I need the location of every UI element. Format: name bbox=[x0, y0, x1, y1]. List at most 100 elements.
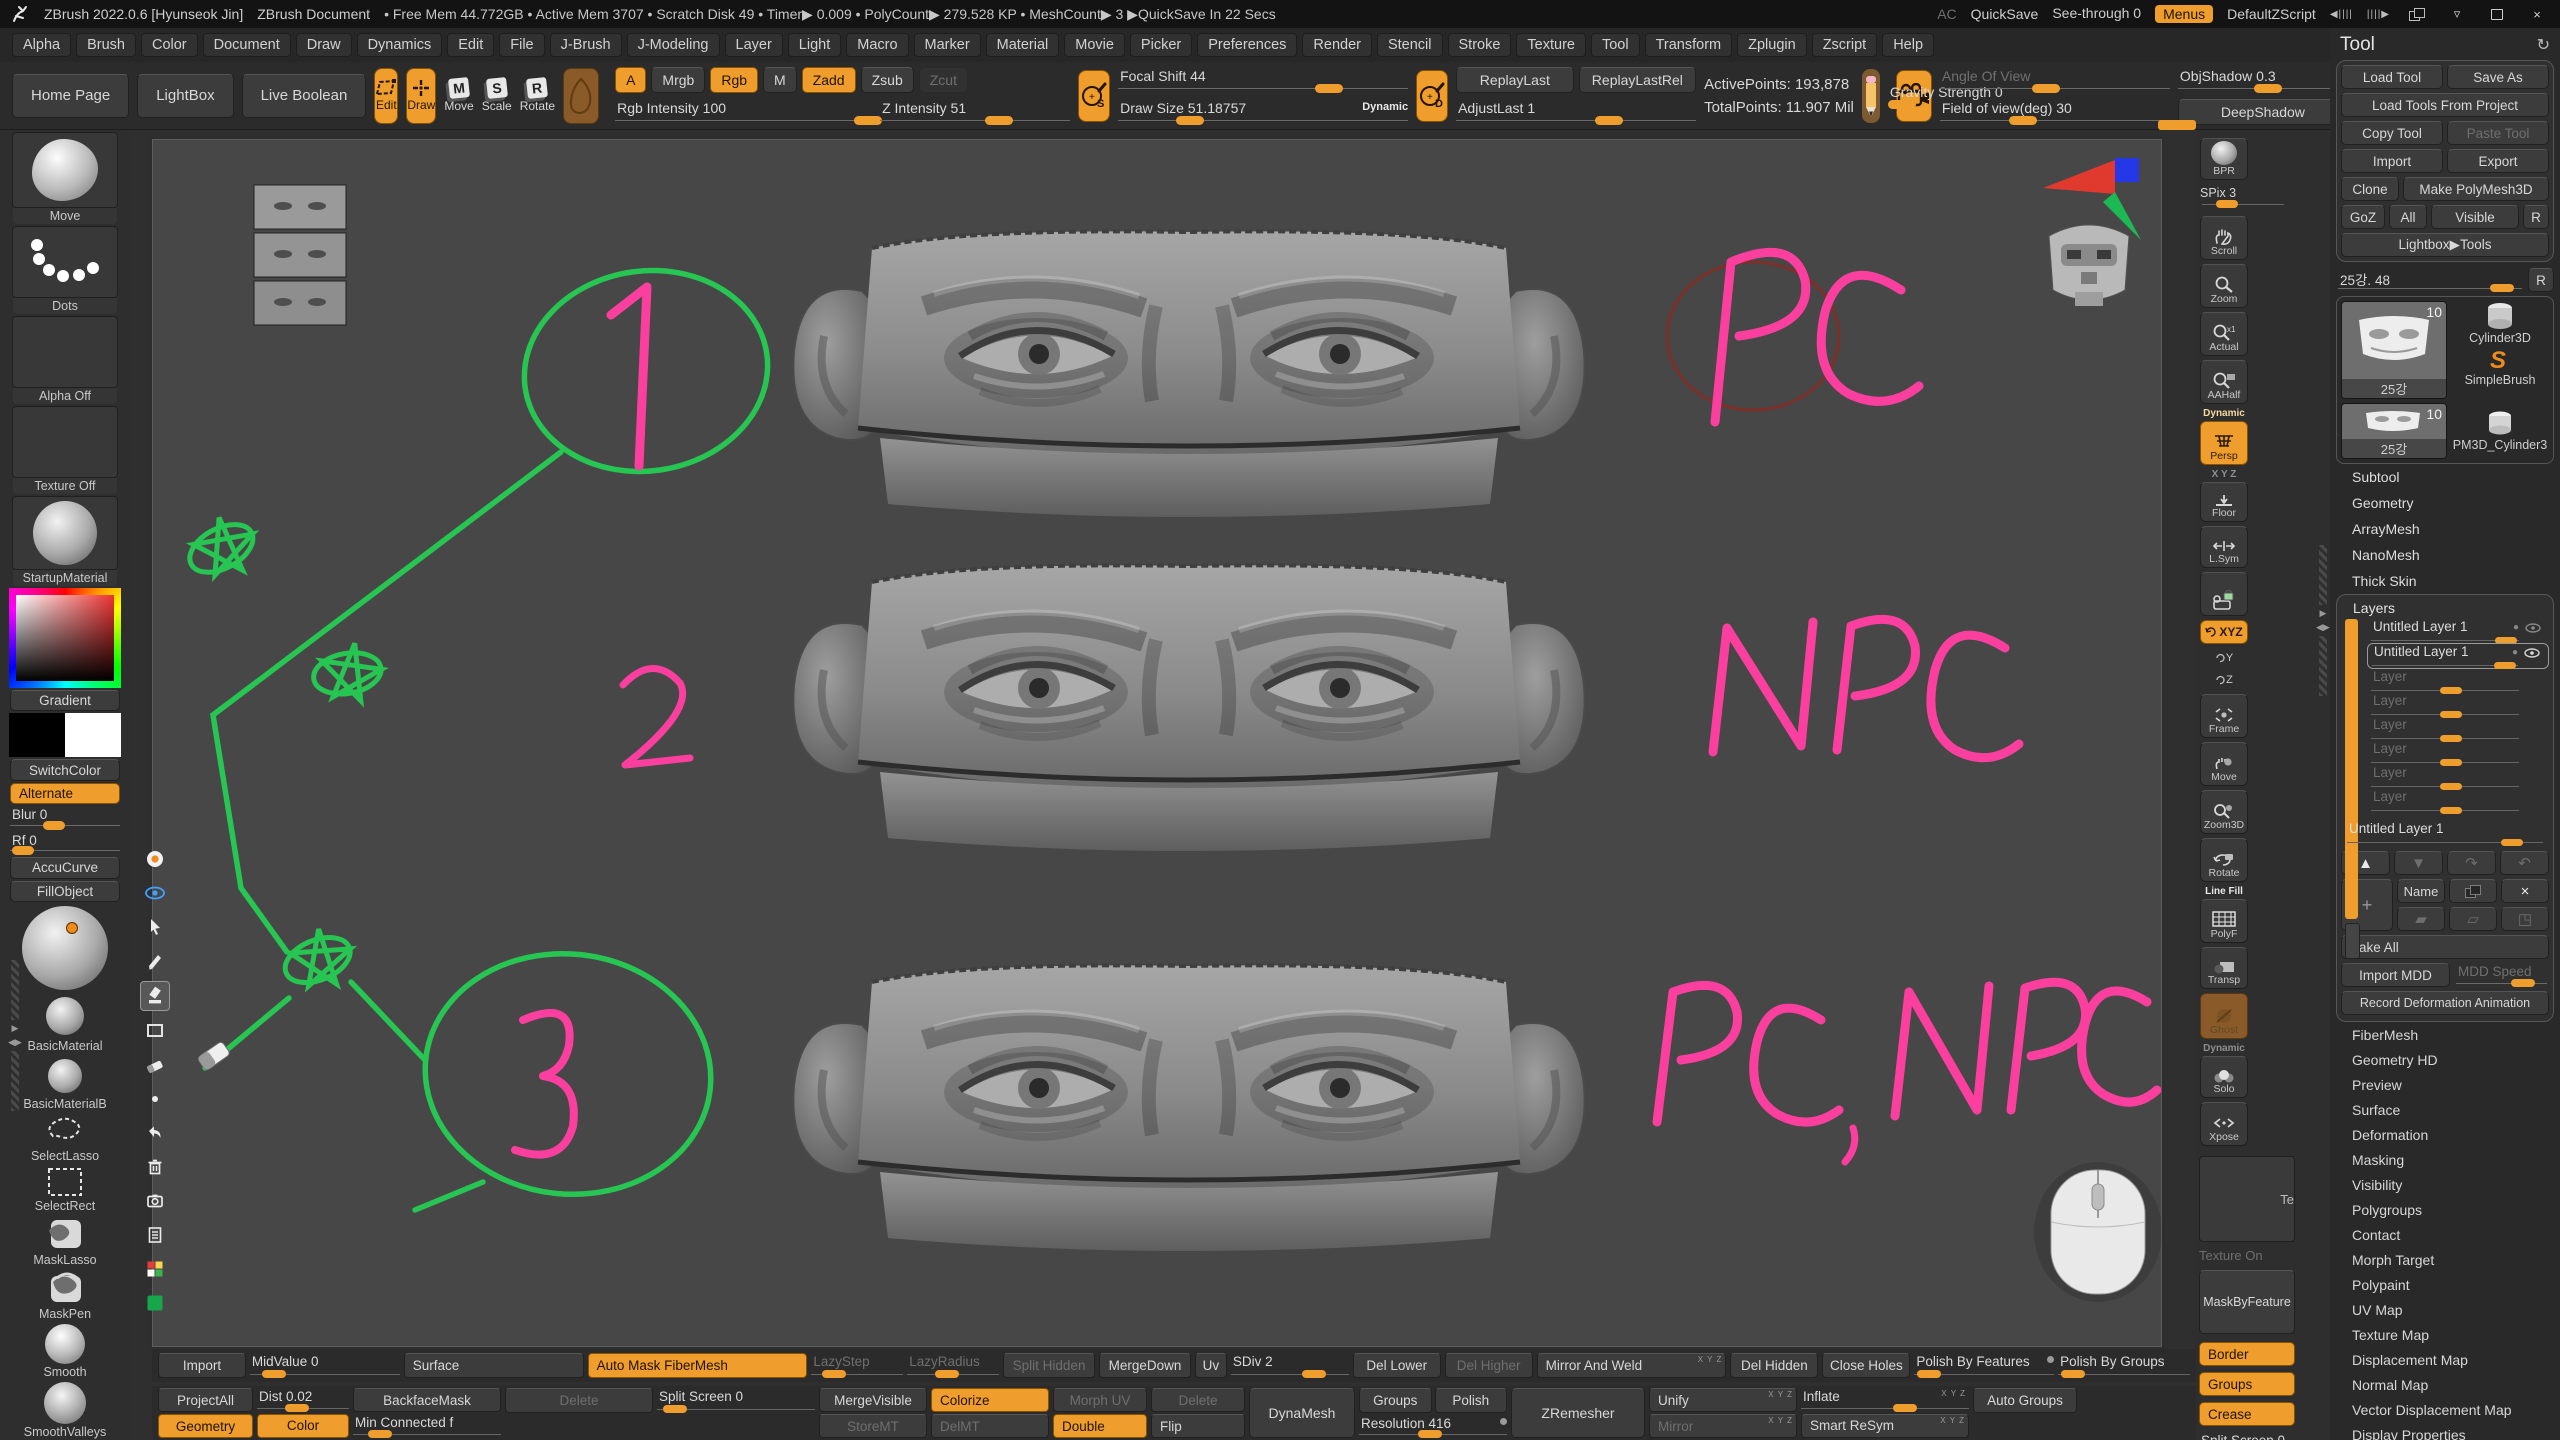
transp-button[interactable]: Transp bbox=[2200, 947, 2248, 989]
shelf-end-slider-handle[interactable] bbox=[2158, 120, 2196, 130]
goz-button[interactable]: GoZ bbox=[2341, 205, 2385, 229]
goz-all-button[interactable]: All bbox=[2389, 205, 2427, 229]
load-tools-from-project-button[interactable]: Load Tools From Project bbox=[2341, 93, 2549, 117]
replay-last-rel-button[interactable]: ReplayLastRel bbox=[1579, 67, 1697, 93]
right-panel-divider[interactable]: ▶◀▶ bbox=[2316, 545, 2330, 696]
canvas-viewport[interactable] bbox=[152, 139, 2162, 1347]
rf-slider[interactable]: Rf 0 bbox=[10, 832, 120, 855]
ghost-button[interactable]: Ghost bbox=[2200, 993, 2248, 1039]
mirror-and-weld-button[interactable]: Mirror And WeldX Y Z bbox=[1537, 1353, 1727, 1378]
fillobject-button[interactable]: FillObject bbox=[10, 881, 120, 903]
layer-intensity-slider[interactable]: Untitled Layer 1 bbox=[2343, 821, 2549, 845]
lightbox-button[interactable]: LightBox bbox=[137, 74, 233, 118]
section-normal-map[interactable]: Normal Map bbox=[2336, 1372, 2554, 1397]
projectall-button[interactable]: ProjectAll bbox=[158, 1388, 253, 1412]
highlighter-icon[interactable] bbox=[140, 981, 170, 1011]
rotate-mode-button[interactable]: R Rotate bbox=[520, 69, 555, 123]
tool-item-pm3d-cylinder[interactable]: PM3D_Cylinder3 bbox=[2451, 403, 2549, 459]
close-button[interactable]: × bbox=[2524, 5, 2550, 23]
mergevisible-button[interactable]: MergeVisible bbox=[819, 1388, 927, 1412]
see-through-slider[interactable]: See-through 0 bbox=[2052, 5, 2141, 24]
menu-help[interactable]: Help bbox=[1882, 33, 1934, 57]
alternate-button[interactable]: Alternate bbox=[10, 783, 120, 805]
accucurve-button[interactable]: AccuCurve bbox=[10, 857, 120, 879]
dynamic-draw-size-icon[interactable]: +D bbox=[1416, 70, 1448, 122]
section-texture-map[interactable]: Texture Map bbox=[2336, 1322, 2554, 1347]
menu-movie[interactable]: Movie bbox=[1064, 33, 1125, 57]
screenshot-icon[interactable] bbox=[141, 1187, 169, 1215]
dot-size-icon[interactable] bbox=[141, 1085, 169, 1113]
tool-thumbnail-current[interactable]: 10 25강 bbox=[2341, 301, 2447, 399]
goz-visible-button[interactable]: Visible bbox=[2431, 205, 2519, 229]
close-holes-button[interactable]: Close Holes bbox=[1822, 1353, 1910, 1378]
menu-alpha[interactable]: Alpha bbox=[12, 33, 71, 57]
section-masking[interactable]: Masking bbox=[2336, 1147, 2554, 1172]
live-boolean-button[interactable]: Live Boolean bbox=[242, 74, 367, 118]
zoom-button[interactable]: Zoom bbox=[2200, 264, 2248, 308]
frame-button[interactable]: Frame bbox=[2200, 694, 2248, 738]
menu-texture[interactable]: Texture bbox=[1516, 33, 1586, 57]
layer-name-button[interactable]: Name bbox=[2397, 879, 2445, 903]
menu-document[interactable]: Document bbox=[203, 33, 291, 57]
texture-slot[interactable]: Texture Off bbox=[6, 406, 124, 494]
section-thickskin[interactable]: Thick Skin bbox=[2336, 568, 2554, 594]
import-mdd-button[interactable]: Import MDD bbox=[2341, 963, 2450, 987]
goz-r-button[interactable]: R bbox=[2523, 205, 2549, 229]
crease-button[interactable]: Crease bbox=[2199, 1402, 2295, 1426]
menu-draw[interactable]: Draw bbox=[296, 33, 352, 57]
split-screen-slider[interactable]: Split Screen 0 bbox=[2199, 1432, 2295, 1440]
auto-mask-fibermesh-button[interactable]: Auto Mask FiberMesh bbox=[588, 1353, 808, 1378]
quicksave-button[interactable]: QuickSave bbox=[1971, 6, 2039, 22]
menus-button[interactable]: Menus bbox=[2155, 5, 2213, 23]
left-panel-divider[interactable]: ▶◀▶ bbox=[8, 960, 22, 1111]
dist-slider[interactable]: Dist 0.02 bbox=[257, 1388, 349, 1412]
section-uv-map[interactable]: UV Map bbox=[2336, 1297, 2554, 1322]
record-deformation-button[interactable]: Record Deformation Animation bbox=[2341, 991, 2549, 1015]
rectangle-tool-icon[interactable] bbox=[141, 1017, 169, 1045]
xpose-button[interactable]: Xpose bbox=[2200, 1102, 2248, 1146]
mask-pen-slot[interactable]: MaskPen bbox=[6, 1270, 124, 1322]
scale-mode-button[interactable]: S Scale bbox=[482, 69, 512, 123]
layer-delete-button[interactable]: × bbox=[2501, 879, 2549, 903]
field-of-view-slider[interactable]: Field of view(deg) 30 bbox=[1940, 99, 2170, 125]
home-page-button[interactable]: Home Page bbox=[12, 74, 129, 118]
menu-zplugin[interactable]: Zplugin bbox=[1737, 33, 1807, 57]
qxyz-rotate-button[interactable]: XYZ bbox=[2200, 620, 2248, 644]
menu-layer[interactable]: Layer bbox=[725, 33, 783, 57]
floor-button[interactable]: Floor bbox=[2200, 482, 2248, 522]
eraser-icon[interactable] bbox=[141, 1051, 169, 1079]
section-subtool[interactable]: Subtool bbox=[2336, 464, 2554, 490]
rgb-button[interactable]: Rgb bbox=[710, 67, 758, 93]
layer-eye-icon[interactable] bbox=[2524, 647, 2540, 659]
deepshadow-button[interactable]: DeepShadow bbox=[2178, 99, 2348, 125]
colorize-button[interactable]: Colorize bbox=[931, 1388, 1049, 1412]
zoom3d-button[interactable]: Zoom3D bbox=[2200, 790, 2248, 834]
menu-picker[interactable]: Picker bbox=[1130, 33, 1192, 57]
sculpt-model-3[interactable] bbox=[793, 965, 1584, 1251]
bake-all-button[interactable]: Bake All bbox=[2341, 935, 2549, 959]
bpr-button[interactable]: BPR bbox=[2200, 138, 2248, 180]
mrgb-button[interactable]: Mrgb bbox=[651, 67, 705, 93]
restore-button[interactable] bbox=[2484, 5, 2510, 23]
export-tool-button[interactable]: Export bbox=[2447, 149, 2549, 173]
rotate-canvas-button[interactable]: Rotate bbox=[2200, 838, 2248, 882]
polyf-button[interactable]: PolyF bbox=[2200, 899, 2248, 943]
mask-lasso-slot[interactable]: MaskLasso bbox=[6, 1216, 124, 1268]
tool-item-cylinder3d[interactable]: Cylinder3D bbox=[2451, 301, 2549, 345]
auto-groups-button[interactable]: Auto Groups bbox=[1973, 1388, 2077, 1413]
surface-button[interactable]: Surface bbox=[404, 1353, 584, 1378]
layer-eye-icon[interactable] bbox=[2525, 622, 2541, 634]
color-button[interactable]: Color bbox=[257, 1414, 349, 1438]
menu-stencil[interactable]: Stencil bbox=[1377, 33, 1443, 57]
solo-button[interactable]: Solo bbox=[2200, 1056, 2248, 1098]
menu-transform[interactable]: Transform bbox=[1645, 33, 1733, 57]
inflate-slider[interactable]: InflateX Y Z bbox=[1801, 1388, 1969, 1412]
del-lower-button[interactable]: Del Lower bbox=[1353, 1353, 1441, 1378]
rotate-y-button[interactable]: Y bbox=[2200, 648, 2248, 668]
a-toggle[interactable]: A bbox=[615, 67, 646, 93]
mergedown-button[interactable]: MergeDown bbox=[1099, 1353, 1191, 1378]
section-contact[interactable]: Contact bbox=[2336, 1222, 2554, 1247]
persp-button[interactable]: Persp bbox=[2200, 421, 2248, 465]
save-as-button[interactable]: Save As bbox=[2447, 65, 2549, 89]
section-preview[interactable]: Preview bbox=[2336, 1072, 2554, 1097]
